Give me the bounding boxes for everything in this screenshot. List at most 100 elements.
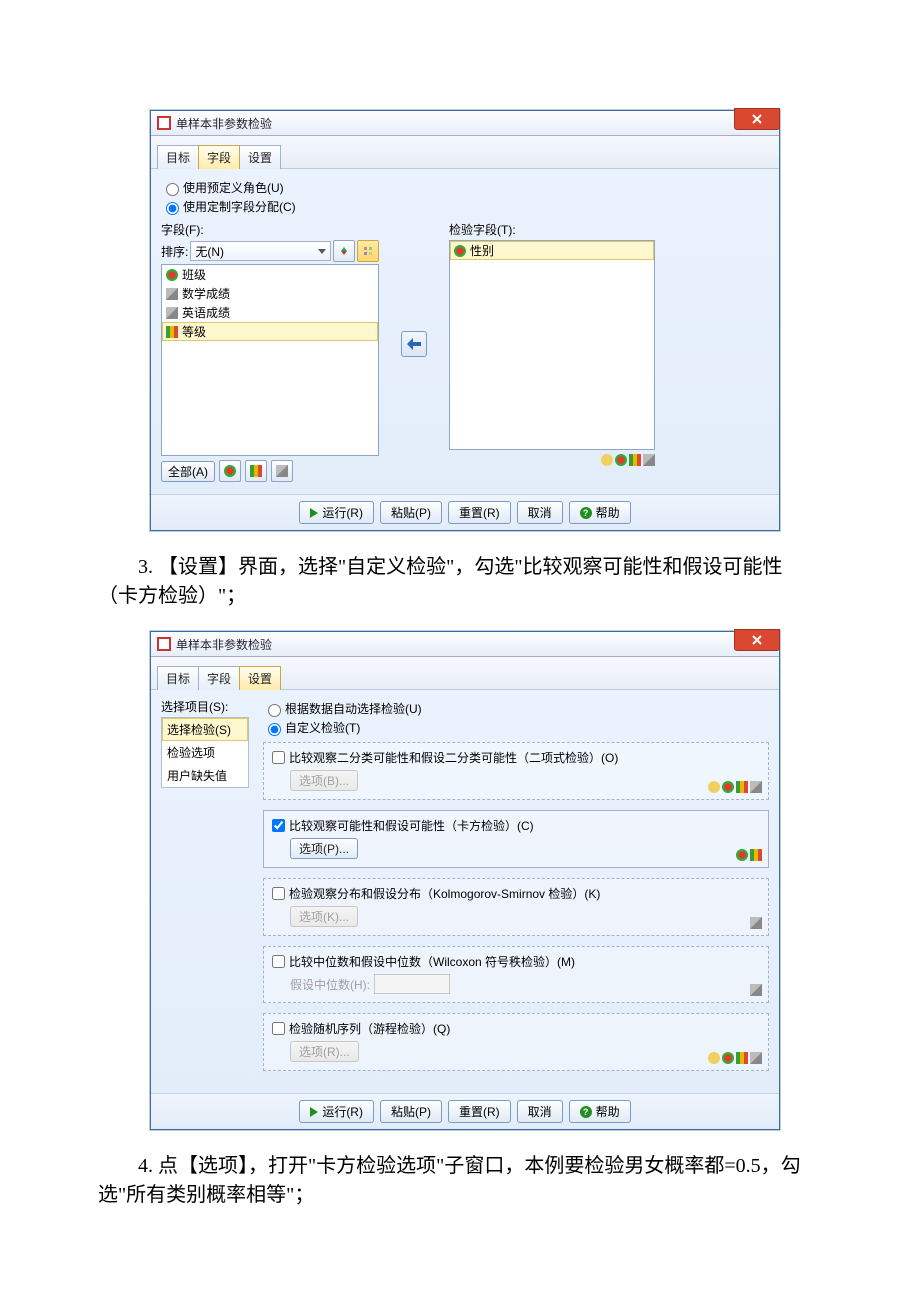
radio-auto-label: 根据数据自动选择检验(U) [285, 700, 422, 717]
side-item-missing[interactable]: 用户缺失值 [162, 764, 248, 787]
tab-settings[interactable]: 设置 [239, 666, 281, 690]
runs-options-button: 选项(R)... [290, 1041, 359, 1062]
app-icon [157, 637, 171, 651]
app-icon [157, 116, 171, 130]
scale-icon [750, 1052, 762, 1064]
chk-ks-input[interactable] [272, 887, 285, 900]
dialog-settings: 单样本非参数检验 www.bdocx.com 目标 字段 设置 选择项目(S):… [150, 631, 780, 1130]
tab-fields[interactable]: 字段 [198, 666, 240, 690]
chk-binomial-input[interactable] [272, 751, 285, 764]
cancel-button[interactable]: 取消 [517, 1100, 563, 1123]
chk-wilcoxon[interactable]: 比较中位数和假设中位数（Wilcoxon 符号秩检验）(M) [272, 953, 760, 970]
filter-nominal-button[interactable] [219, 460, 241, 482]
tab-strip: 目标 字段 设置 [151, 657, 779, 690]
binomial-options-button: 选项(B)... [290, 770, 358, 791]
run-button[interactable]: 运行(R) [299, 1100, 374, 1123]
radio-predef-input[interactable] [166, 183, 179, 196]
tab-objective[interactable]: 目标 [157, 145, 199, 169]
scale-icon [750, 984, 762, 996]
list-item-label: 班级 [182, 266, 206, 283]
fields-label: 字段(F): [161, 221, 379, 238]
scale-icon [643, 454, 655, 466]
side-item-select-tests[interactable]: 选择检验(S) [162, 718, 248, 741]
chk-runs[interactable]: 检验随机序列（游程检验）(Q) [272, 1020, 760, 1037]
hypothesized-median-field: 假设中位数(H): [290, 974, 450, 994]
chk-chisquare-label: 比较观察可能性和假设可能性（卡方检验）(C) [289, 817, 534, 834]
close-icon [752, 114, 762, 124]
chk-runs-input[interactable] [272, 1022, 285, 1035]
scale-icon [750, 781, 762, 793]
nominal-icon [722, 1052, 734, 1064]
filter-scale-button[interactable] [271, 460, 293, 482]
window-title: 单样本非参数检验 [176, 636, 272, 653]
transfer-button[interactable] [401, 331, 427, 357]
nominal-icon [454, 245, 466, 257]
test-fields-list[interactable]: 性别 [449, 240, 655, 450]
ordinal-icon [736, 1052, 748, 1064]
list-item[interactable]: 性别 [450, 241, 654, 260]
hyp-median-label: 假设中位数(H): [290, 976, 370, 993]
radio-custom-test-input[interactable] [268, 723, 281, 736]
reset-button[interactable]: 重置(R) [448, 501, 511, 524]
radio-auto-input[interactable] [268, 704, 281, 717]
radio-predefined-roles[interactable]: 使用预定义角色(U) [161, 179, 769, 196]
paragraph-step-3: 3. 【设置】界面，选择"自定义检验"，勾选"比较观察可能性和假设可能性（卡方检… [98, 553, 822, 611]
chk-ks-label: 检验观察分布和假设分布（Kolmogorov-Smirnov 检验）(K) [289, 885, 600, 902]
list-item[interactable]: 等级 [162, 322, 378, 341]
tab-objective[interactable]: 目标 [157, 666, 199, 690]
list-item-label: 数学成绩 [182, 285, 230, 302]
sort-grid-button[interactable] [357, 240, 379, 262]
chk-ks[interactable]: 检验观察分布和假设分布（Kolmogorov-Smirnov 检验）(K) [272, 885, 760, 902]
ordinal-icon [629, 454, 641, 466]
window-title: 单样本非参数检验 [176, 115, 272, 132]
sort-label: 排序: [161, 243, 188, 260]
radio-predef-label: 使用预定义角色(U) [183, 179, 284, 196]
cancel-button[interactable]: 取消 [517, 501, 563, 524]
opt-ks: 检验观察分布和假设分布（Kolmogorov-Smirnov 检验）(K) 选项… [263, 878, 769, 936]
list-item[interactable]: 班级 [162, 265, 378, 284]
radio-custom-input[interactable] [166, 202, 179, 215]
titlebar: 单样本非参数检验 [151, 632, 779, 657]
play-icon [310, 508, 318, 518]
play-icon [310, 1107, 318, 1117]
help-button[interactable]: ?帮助 [569, 1100, 631, 1123]
radio-auto-test[interactable]: 根据数据自动选择检验(U) [263, 700, 769, 717]
nominal-icon [166, 269, 178, 281]
paste-button[interactable]: 粘贴(P) [380, 501, 442, 524]
run-button[interactable]: 运行(R) [299, 501, 374, 524]
radio-custom-test[interactable]: 自定义检验(T) [263, 719, 769, 736]
radio-custom-roles[interactable]: 使用定制字段分配(C) [161, 198, 769, 215]
sort-dropdown[interactable]: 无(N) [190, 241, 331, 261]
sort-value: 无(N) [195, 243, 224, 260]
paragraph-step-4: 4. 点【选项】，打开"卡方检验选项"子窗口，本例要检验男女概率都=0.5，勾选… [98, 1152, 822, 1210]
type-icon [601, 454, 613, 466]
radio-custom-label: 使用定制字段分配(C) [183, 198, 296, 215]
scale-icon [166, 307, 178, 319]
list-item-label: 性别 [470, 242, 494, 259]
list-item[interactable]: 英语成绩 [162, 303, 378, 322]
list-item[interactable]: 数学成绩 [162, 284, 378, 303]
reset-button[interactable]: 重置(R) [448, 1100, 511, 1123]
tab-settings[interactable]: 设置 [239, 145, 281, 169]
fields-list[interactable]: 班级 数学成绩 英语成绩 等级 [161, 264, 379, 456]
settings-side-list[interactable]: 选择检验(S) 检验选项 用户缺失值 [161, 717, 249, 788]
close-button[interactable] [734, 629, 780, 651]
close-button[interactable] [734, 108, 780, 130]
paste-button[interactable]: 粘贴(P) [380, 1100, 442, 1123]
type-icon [708, 781, 720, 793]
chisquare-options-button[interactable]: 选项(P)... [290, 838, 358, 859]
help-button[interactable]: ?帮助 [569, 501, 631, 524]
tab-fields[interactable]: 字段 [198, 145, 240, 169]
chk-chisquare[interactable]: 比较观察可能性和假设可能性（卡方检验）(C) [272, 817, 760, 834]
chk-wilcoxon-input[interactable] [272, 955, 285, 968]
nominal-icon [722, 781, 734, 793]
sort-asc-button[interactable] [333, 240, 355, 262]
chk-chisquare-input[interactable] [272, 819, 285, 832]
button-bar: 运行(R) 粘贴(P) 重置(R) 取消 ?帮助 [151, 1093, 779, 1129]
chk-binomial[interactable]: 比较观察二分类可能性和假设二分类可能性（二项式检验）(O) [272, 749, 760, 766]
side-item-test-options[interactable]: 检验选项 [162, 741, 248, 764]
titlebar: 单样本非参数检验 [151, 111, 779, 136]
filter-ordinal-button[interactable] [245, 460, 267, 482]
select-all-button[interactable]: 全部(A) [161, 461, 215, 482]
hyp-median-input [374, 974, 450, 994]
